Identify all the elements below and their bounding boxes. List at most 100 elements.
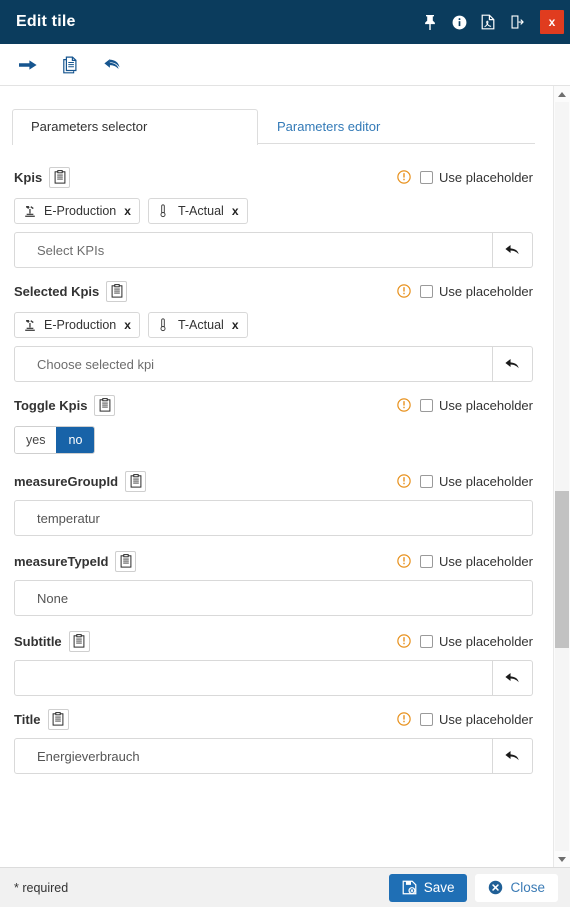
measure-type-id-use-placeholder-toggle[interactable]: Use placeholder: [420, 554, 533, 569]
arrow-right-icon[interactable]: [16, 53, 40, 77]
kpis-tag-t-actual[interactable]: T-Actual x: [147, 198, 248, 224]
thermometer-icon: [157, 318, 170, 333]
measure-type-id-use-placeholder-checkbox[interactable]: [420, 554, 434, 568]
title-undo-button[interactable]: [493, 738, 533, 774]
close-button[interactable]: Close: [475, 873, 558, 902]
selected-kpis-use-placeholder-toggle[interactable]: Use placeholder: [420, 284, 533, 299]
machine-icon: [23, 204, 36, 219]
subtitle-use-placeholder-checkbox[interactable]: [420, 634, 434, 648]
clipboard-icon[interactable]: [68, 630, 90, 652]
kpis-tag-e-production[interactable]: E-Production x: [14, 198, 140, 224]
field-toggle-kpis: Toggle Kpis Use placeholder yes no: [14, 390, 533, 458]
exclamation-circle-icon: [397, 474, 411, 488]
kpis-tag-t-actual-label: T-Actual: [177, 204, 224, 218]
toggle-kpis-option-yes[interactable]: yes: [15, 427, 57, 453]
clipboard-icon[interactable]: [106, 280, 128, 302]
subtitle-input-group: [14, 660, 533, 696]
scrollbar-track[interactable]: [555, 102, 569, 851]
info-icon[interactable]: [449, 11, 469, 33]
tab-parameters-editor-label: Parameters editor: [277, 119, 381, 134]
selected-kpis-input-group: [14, 346, 533, 382]
subtitle-undo-button[interactable]: [493, 660, 533, 696]
selected-kpis-use-placeholder-label: Use placeholder: [439, 283, 533, 299]
kpis-use-placeholder-checkbox[interactable]: [420, 170, 434, 184]
exclamation-circle-icon: [397, 284, 411, 298]
measure-group-id-use-placeholder-toggle[interactable]: Use placeholder: [420, 474, 533, 489]
measure-type-id-input[interactable]: [14, 580, 533, 616]
select-kpis-input[interactable]: [14, 232, 493, 268]
toggle-kpis-use-placeholder-label: Use placeholder: [439, 397, 533, 413]
subtitle-use-placeholder-toggle[interactable]: Use placeholder: [420, 634, 533, 649]
field-selected-kpis-label: Selected Kpis: [14, 283, 100, 299]
title-use-placeholder-checkbox[interactable]: [420, 712, 434, 726]
selected-kpis-tag-t-actual-label: T-Actual: [177, 318, 224, 332]
toggle-kpis-option-no[interactable]: no: [56, 427, 95, 453]
choose-selected-kpi-input[interactable]: [14, 346, 493, 382]
field-toggle-kpis-label: Toggle Kpis: [14, 397, 88, 413]
save-icon: [402, 880, 417, 895]
selected-kpis-use-placeholder-checkbox[interactable]: [420, 284, 434, 298]
remove-tag-icon[interactable]: x: [232, 205, 239, 217]
save-button[interactable]: Save: [388, 873, 468, 902]
save-button-label: Save: [423, 880, 455, 895]
tab-parameters-editor[interactable]: Parameters editor: [258, 109, 448, 145]
selected-kpis-tag-e-production[interactable]: E-Production x: [14, 312, 140, 338]
pdf-icon[interactable]: [478, 11, 498, 33]
kpis-tag-row: E-Production x T-Actual x: [14, 198, 533, 224]
tab-bar: Parameters selector Parameters editor: [12, 98, 535, 145]
subtitle-use-placeholder-label: Use placeholder: [439, 633, 533, 649]
field-title-label: Title: [14, 711, 41, 727]
close-icon[interactable]: x: [540, 10, 564, 34]
clipboard-icon[interactable]: [47, 708, 69, 730]
field-subtitle-label: Subtitle: [14, 633, 62, 649]
measure-group-id-input[interactable]: [14, 500, 533, 536]
titlebar-actions: x: [420, 10, 564, 34]
kpis-use-placeholder-label: Use placeholder: [439, 169, 533, 185]
selected-kpis-tag-e-production-label: E-Production: [44, 318, 117, 332]
clipboard-icon[interactable]: [49, 166, 71, 188]
field-measure-group-id-label: measureGroupId: [14, 473, 119, 489]
selected-kpis-tag-t-actual[interactable]: T-Actual x: [147, 312, 248, 338]
parameters-form: Kpis Use placeholder E-Production x T-Ac…: [0, 144, 553, 786]
edit-tile-dialog: Edit tile x Parameters selector Paramete…: [0, 0, 570, 907]
tab-parameters-selector[interactable]: Parameters selector: [12, 109, 258, 145]
toggle-kpis-switch: yes no: [14, 426, 96, 454]
measure-group-id-use-placeholder-checkbox[interactable]: [420, 474, 434, 488]
measure-type-id-use-placeholder-label: Use placeholder: [439, 553, 533, 569]
dialog-title: Edit tile: [16, 13, 76, 30]
kpis-tag-e-production-label: E-Production: [44, 204, 117, 218]
panel-toggle-icon[interactable]: [507, 11, 527, 33]
remove-tag-icon[interactable]: x: [124, 319, 131, 331]
close-button-label: Close: [510, 880, 545, 895]
toggle-kpis-use-placeholder-toggle[interactable]: Use placeholder: [420, 398, 533, 413]
exclamation-circle-icon: [397, 634, 411, 648]
copy-icon[interactable]: [58, 53, 82, 77]
clipboard-icon[interactable]: [125, 470, 147, 492]
scroll-down-arrow-icon[interactable]: [554, 851, 570, 867]
remove-tag-icon[interactable]: x: [124, 205, 131, 217]
clipboard-icon[interactable]: [115, 550, 137, 572]
pin-icon[interactable]: [420, 11, 440, 33]
kpis-undo-button[interactable]: [493, 232, 533, 268]
undo-icon[interactable]: [100, 53, 124, 77]
remove-tag-icon[interactable]: x: [232, 319, 239, 331]
selected-kpis-undo-button[interactable]: [493, 346, 533, 382]
measure-group-id-use-placeholder-label: Use placeholder: [439, 473, 533, 489]
kpis-use-placeholder-toggle[interactable]: Use placeholder: [420, 170, 533, 185]
exclamation-circle-icon: [397, 398, 411, 412]
field-measure-type-id: measureTypeId Use placeholder None: [14, 546, 533, 618]
vertical-scrollbar[interactable]: [553, 86, 570, 867]
scrollbar-thumb[interactable]: [555, 491, 569, 648]
dialog-footer: * required Save Close: [0, 867, 570, 907]
clipboard-icon[interactable]: [94, 394, 116, 416]
field-selected-kpis-header: Selected Kpis Use placeholder: [14, 276, 533, 306]
dialog-body: Parameters selector Parameters editor Kp…: [0, 86, 570, 867]
required-note: * required: [14, 880, 69, 895]
scroll-up-arrow-icon[interactable]: [554, 86, 570, 102]
field-kpis-label: Kpis: [14, 169, 43, 185]
field-title: Title Use placeholder Energieverbrauch: [14, 704, 533, 774]
title-use-placeholder-toggle[interactable]: Use placeholder: [420, 712, 533, 727]
subtitle-input[interactable]: [14, 660, 493, 696]
title-input[interactable]: [14, 738, 493, 774]
toggle-kpis-use-placeholder-checkbox[interactable]: [420, 398, 434, 412]
